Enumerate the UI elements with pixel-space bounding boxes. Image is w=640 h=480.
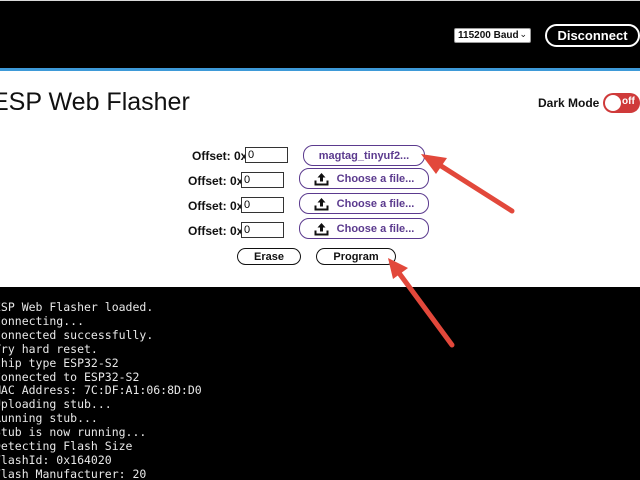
console-line: Uploading stub...	[0, 397, 112, 412]
console-lines: ESP Web Flasher loaded. Connecting... Conn…	[0, 300, 202, 480]
offset-label: Offset: 0x	[188, 174, 244, 188]
file-select-button-3[interactable]: Choose a file...	[299, 193, 429, 214]
program-button[interactable]: Program	[316, 248, 396, 265]
upload-icon	[314, 197, 329, 211]
baud-rate-value: 115200 Baud	[458, 30, 519, 41]
erase-button[interactable]: Erase	[237, 248, 301, 265]
console-line: MAC Address: 7C:DF:A1:06:8D:D0	[0, 383, 202, 398]
file-select-button-4[interactable]: Choose a file...	[299, 218, 429, 239]
page-title: ESP Web Flasher	[0, 88, 190, 116]
console-line: Chip type ESP32-S2	[0, 355, 119, 370]
console-line: Flash Manufacturer: 20	[0, 466, 147, 480]
console-line: FlashId: 0x164020	[0, 452, 112, 467]
offset-input-3[interactable]: 0	[241, 197, 284, 213]
offset-label: Offset: 0x	[192, 149, 248, 163]
toggle-knob	[605, 95, 621, 111]
offset-label: Offset: 0x	[188, 224, 244, 238]
file-select-label: Choose a file...	[336, 172, 415, 185]
top-bar: 115200 Baud ⌄ Disconnect	[0, 0, 640, 68]
console-line: Connected to ESP32-S2	[0, 369, 140, 384]
dark-mode-label: Dark Mode	[538, 96, 600, 110]
upload-icon	[314, 172, 329, 186]
toggle-state: off	[622, 96, 635, 107]
console-line: Running stub...	[0, 411, 98, 426]
console-line: Detecting Flash Size	[0, 439, 133, 454]
baud-rate-select[interactable]: 115200 Baud ⌄	[454, 28, 531, 43]
offset-input-4[interactable]: 0	[241, 222, 284, 238]
offset-input-1[interactable]: 0	[245, 147, 288, 163]
disconnect-button[interactable]: Disconnect	[545, 24, 640, 47]
upload-icon	[314, 222, 329, 236]
annotation-arrow-1	[421, 154, 515, 214]
disconnect-label: Disconnect	[557, 28, 628, 43]
console-line: Try hard reset.	[0, 341, 98, 356]
dark-mode-toggle[interactable]: off	[603, 93, 640, 113]
offset-label: Offset: 0x	[188, 199, 244, 213]
header-accent-strip	[0, 68, 640, 71]
file-select-button-2[interactable]: Choose a file...	[299, 168, 429, 189]
console-line: Connecting...	[0, 313, 85, 328]
file-select-button-1[interactable]: magtag_tinyuf2...	[303, 145, 425, 166]
erase-label: Erase	[254, 250, 284, 263]
file-select-label: Choose a file...	[336, 222, 415, 235]
console-line: Connected successfully.	[0, 327, 154, 342]
file-select-label: Choose a file...	[336, 197, 415, 210]
program-label: Program	[333, 250, 379, 263]
console-line: ESP Web Flasher loaded.	[0, 300, 154, 314]
offset-input-2[interactable]: 0	[241, 172, 284, 188]
chevron-down-icon: ⌄	[519, 29, 527, 39]
file-select-label: magtag_tinyuf2...	[318, 149, 410, 162]
console-output[interactable]: ESP Web Flasher loaded. Connecting... Conn…	[0, 287, 640, 480]
console-line: Stub is now running...	[0, 425, 147, 440]
